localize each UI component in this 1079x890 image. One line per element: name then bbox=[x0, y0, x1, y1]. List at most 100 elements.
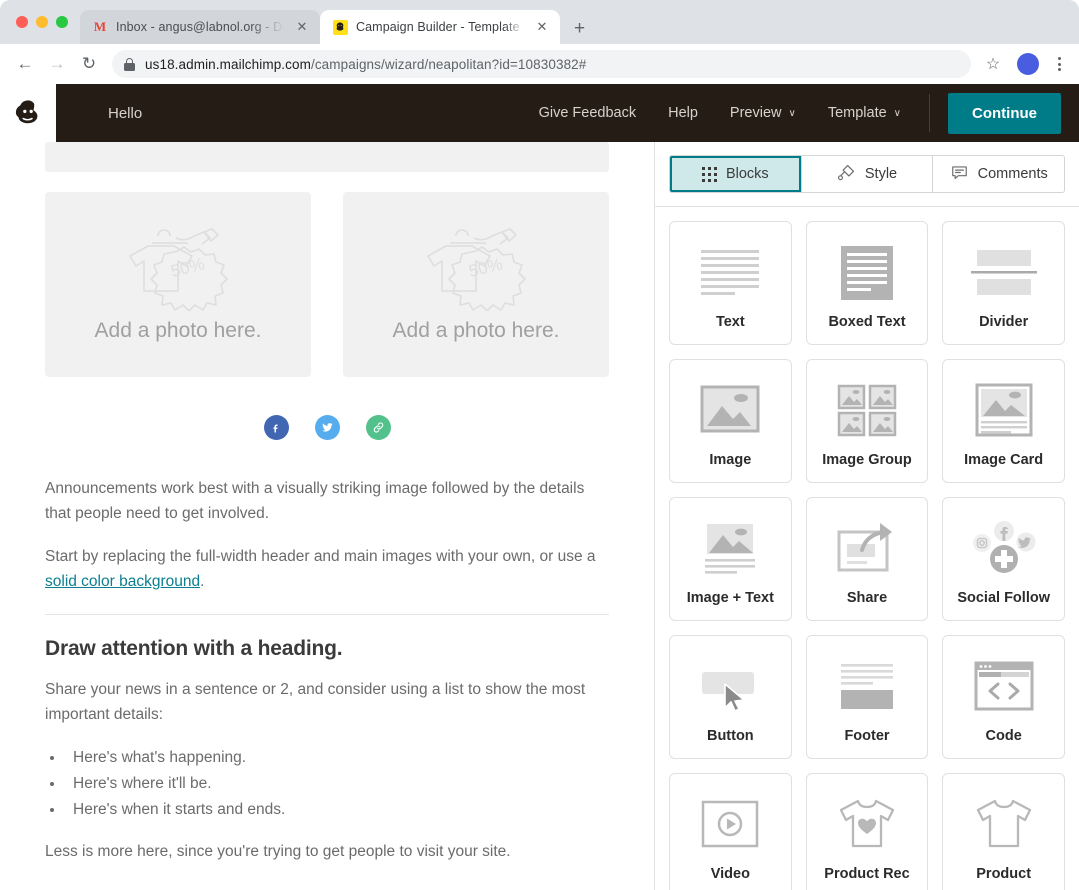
nav-label: Template bbox=[828, 105, 887, 121]
block-divider[interactable]: Divider bbox=[942, 221, 1065, 345]
block-label: Image + Text bbox=[687, 590, 774, 606]
nav-give-feedback[interactable]: Give Feedback bbox=[523, 96, 653, 130]
block-video[interactable]: Video bbox=[669, 773, 792, 890]
address-bar[interactable]: us18.admin.mailchimp.com/campaigns/wizar… bbox=[112, 50, 971, 78]
partial-block-above[interactable] bbox=[45, 142, 609, 172]
video-play-icon bbox=[695, 788, 765, 862]
block-label: Product bbox=[976, 866, 1031, 882]
block-product[interactable]: Product bbox=[942, 773, 1065, 890]
block-footer[interactable]: Footer bbox=[806, 635, 929, 759]
app-header: Hello Give Feedback Help Preview ∨ Templ… bbox=[0, 84, 1079, 142]
new-tab-button[interactable]: + bbox=[574, 19, 585, 38]
browser-toolbar: ← → ↻ us18.admin.mailchimp.com/campaigns… bbox=[0, 44, 1079, 84]
block-label: Footer bbox=[844, 728, 889, 744]
block-label: Video bbox=[711, 866, 750, 882]
image-icon bbox=[695, 374, 765, 448]
block-product-rec[interactable]: Product Rec bbox=[806, 773, 929, 890]
discount-label: 50% bbox=[169, 254, 207, 281]
speech-bubble-icon bbox=[950, 163, 969, 186]
mailchimp-logo[interactable] bbox=[0, 84, 56, 142]
block-label: Product Rec bbox=[824, 866, 909, 882]
bookmark-star-icon[interactable]: ☆ bbox=[979, 54, 1007, 74]
tab-style[interactable]: Style bbox=[802, 156, 934, 192]
reload-button[interactable]: ↻ bbox=[74, 49, 104, 79]
list-item: Here's where it'll be. bbox=[65, 771, 609, 797]
url-domain: us18.admin.mailchimp.com bbox=[145, 57, 311, 72]
photo-placeholder[interactable]: 50% Add a photo here. bbox=[45, 192, 311, 377]
chevron-down-icon: ∨ bbox=[789, 108, 796, 119]
boxed-text-icon bbox=[832, 236, 902, 310]
blocks-side-panel: Blocks Style bbox=[655, 142, 1079, 890]
link-icon[interactable] bbox=[366, 415, 391, 440]
image-text-icon bbox=[695, 512, 765, 586]
tab-blocks[interactable]: Blocks bbox=[670, 156, 802, 192]
twitter-icon[interactable] bbox=[315, 415, 340, 440]
continue-button[interactable]: Continue bbox=[948, 93, 1061, 134]
block-share[interactable]: Share bbox=[806, 497, 929, 621]
paragraph-less-is-more: Less is more here, since you're trying t… bbox=[45, 839, 609, 864]
app-nav: Give Feedback Help Preview ∨ Template ∨ … bbox=[523, 93, 1079, 134]
gmail-icon: M bbox=[92, 19, 108, 35]
nav-help[interactable]: Help bbox=[652, 96, 714, 130]
nav-label: Preview bbox=[730, 105, 782, 121]
maximize-window-button[interactable] bbox=[56, 16, 68, 28]
tab-comments[interactable]: Comments bbox=[933, 156, 1064, 192]
tab-label: Style bbox=[865, 166, 897, 182]
minimize-window-button[interactable] bbox=[36, 16, 48, 28]
paragraph-announcements: Announcements work best with a visually … bbox=[45, 476, 609, 526]
block-image-group[interactable]: Image Group bbox=[806, 359, 929, 483]
nav-template[interactable]: Template ∨ bbox=[812, 96, 917, 130]
block-text[interactable]: Text bbox=[669, 221, 792, 345]
block-label: Share bbox=[847, 590, 887, 606]
block-code[interactable]: Code bbox=[942, 635, 1065, 759]
footer-icon bbox=[832, 650, 902, 724]
block-image-text[interactable]: Image + Text bbox=[669, 497, 792, 621]
paragraph-start-replacing: Start by replacing the full-width header… bbox=[45, 544, 609, 594]
block-label: Image Card bbox=[964, 452, 1043, 468]
image-card-icon bbox=[969, 374, 1039, 448]
block-label: Code bbox=[986, 728, 1022, 744]
chevron-down-icon: ∨ bbox=[894, 108, 901, 119]
url-path: /campaigns/wizard/neapolitan?id=10830382… bbox=[311, 57, 586, 72]
tab-label: Comments bbox=[978, 166, 1048, 182]
browser-window: M Inbox - angus@labnol.org - Dig ✕ Campa… bbox=[0, 0, 1079, 890]
url-text: us18.admin.mailchimp.com/campaigns/wizar… bbox=[145, 57, 586, 72]
nav-preview[interactable]: Preview ∨ bbox=[714, 96, 812, 130]
block-boxed-text[interactable]: Boxed Text bbox=[806, 221, 929, 345]
tab-title: Inbox - angus@labnol.org - Dig bbox=[116, 20, 284, 34]
content-divider bbox=[45, 614, 609, 615]
lock-icon bbox=[124, 58, 135, 71]
photo-placeholder-row: 50% Add a photo here. bbox=[45, 192, 609, 377]
nav-label: Give Feedback bbox=[539, 105, 637, 121]
browser-tab-campaign-builder[interactable]: Campaign Builder - Template D ✕ bbox=[320, 10, 560, 44]
discount-label: 50% bbox=[467, 254, 505, 281]
browser-tab-strip: M Inbox - angus@labnol.org - Dig ✕ Campa… bbox=[0, 0, 1079, 44]
block-social-follow[interactable]: Social Follow bbox=[942, 497, 1065, 621]
block-label: Text bbox=[716, 314, 745, 330]
forward-button[interactable]: → bbox=[42, 49, 72, 79]
tab-close-icon[interactable]: ✕ bbox=[294, 19, 310, 35]
back-button[interactable]: ← bbox=[10, 49, 40, 79]
solid-color-background-link[interactable]: solid color background bbox=[45, 573, 200, 590]
paragraph-text-after: . bbox=[200, 573, 204, 590]
block-image[interactable]: Image bbox=[669, 359, 792, 483]
nav-label: Help bbox=[668, 105, 698, 121]
profile-avatar[interactable] bbox=[1017, 53, 1039, 75]
chrome-menu-icon[interactable] bbox=[1049, 57, 1069, 71]
greeting-text: Hello bbox=[108, 105, 142, 122]
tab-close-icon[interactable]: ✕ bbox=[534, 19, 550, 35]
photo-placeholder[interactable]: 50% Add a photo here. bbox=[343, 192, 609, 377]
close-window-button[interactable] bbox=[16, 16, 28, 28]
button-cursor-icon bbox=[695, 650, 765, 724]
block-button[interactable]: Button bbox=[669, 635, 792, 759]
social-share-row bbox=[45, 415, 609, 440]
block-image-card[interactable]: Image Card bbox=[942, 359, 1065, 483]
tshirt-heart-icon bbox=[832, 788, 902, 862]
facebook-icon[interactable] bbox=[264, 415, 289, 440]
text-lines-icon bbox=[695, 236, 765, 310]
workspace: 50% Add a photo here. bbox=[0, 142, 1079, 890]
tshirt-sale-icon: 50% bbox=[118, 226, 238, 311]
tshirt-sale-icon: 50% bbox=[416, 226, 536, 311]
browser-tab-inbox[interactable]: M Inbox - angus@labnol.org - Dig ✕ bbox=[80, 10, 320, 44]
list-item: Here's what's happening. bbox=[65, 745, 609, 771]
